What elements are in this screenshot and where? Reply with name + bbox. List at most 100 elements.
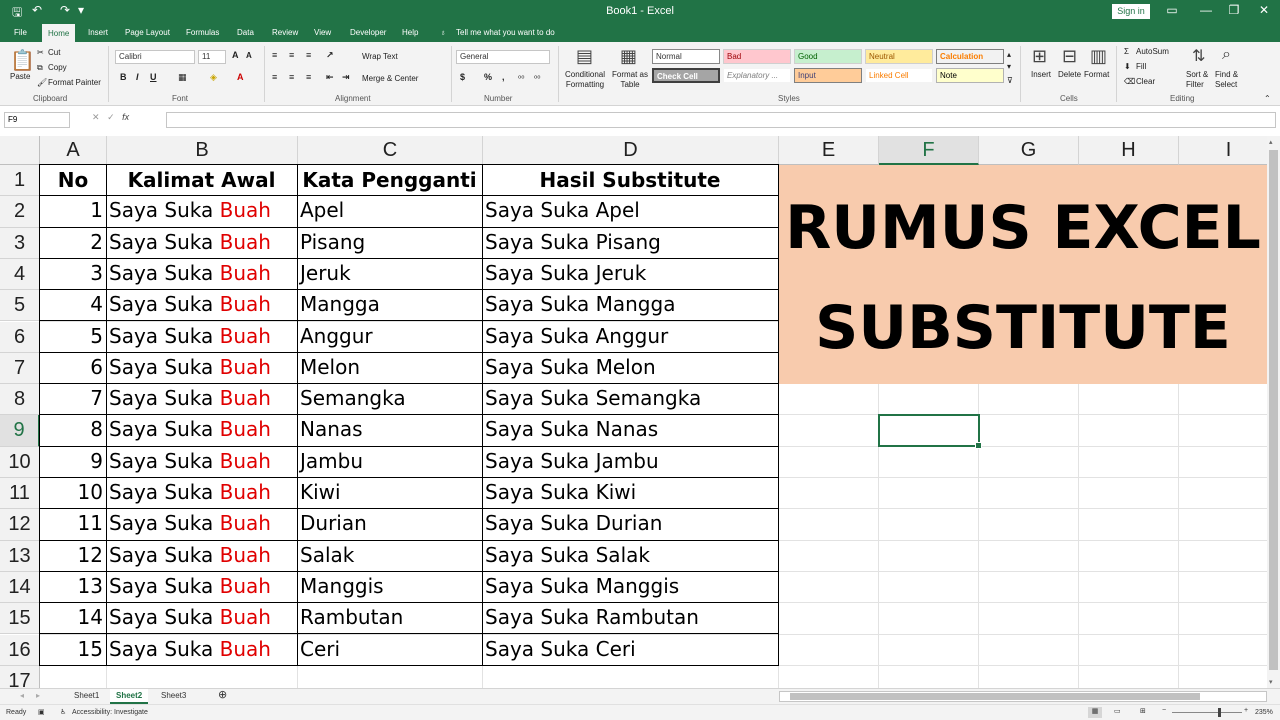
cell-kata-pengganti[interactable]: Melon — [297, 351, 483, 385]
cell-kata-pengganti[interactable]: Salak — [297, 539, 483, 572]
cell-kalimat-awal[interactable]: Saya Suka Buah — [106, 289, 298, 322]
cell-kata-pengganti[interactable]: Apel — [297, 195, 483, 228]
formula-input[interactable] — [166, 112, 1276, 128]
cell-kalimat-awal[interactable]: Saya Suka Buah — [106, 570, 298, 604]
font-color-icon[interactable]: A — [237, 72, 244, 82]
cell-kalimat-awal[interactable]: Saya Suka Buah — [106, 226, 298, 259]
cell-no[interactable]: 6 — [39, 351, 107, 385]
wrap-text-button[interactable]: Wrap Text — [362, 52, 398, 61]
align-center-icon[interactable]: ≡ — [289, 72, 294, 82]
styles-scroll-up-icon[interactable]: ▴ — [1007, 50, 1011, 59]
tab-developer[interactable]: Developer — [344, 23, 392, 42]
row-header-17[interactable]: 17 — [0, 665, 40, 688]
copy-icon[interactable]: ⧉ — [37, 63, 43, 73]
accessibility-icon[interactable]: ♿ — [60, 708, 66, 716]
zoom-slider[interactable] — [1172, 712, 1242, 713]
zoom-slider-thumb[interactable] — [1218, 708, 1221, 717]
format-as-table-button[interactable]: Format as Table — [610, 70, 650, 90]
cell-hasil-substitute[interactable]: Saya Suka Pisang — [482, 226, 779, 259]
cancel-icon[interactable]: ✕ — [92, 112, 100, 122]
insert-cells-icon[interactable]: ⊞ — [1032, 46, 1047, 67]
cell-kata-pengganti[interactable]: Jambu — [297, 445, 483, 478]
vertical-scrollbar[interactable]: ▴ ▾ — [1267, 136, 1280, 688]
row-header-5[interactable]: 5 — [0, 290, 40, 322]
align-right-icon[interactable]: ≡ — [306, 72, 311, 82]
paste-button[interactable]: Paste — [10, 72, 30, 81]
cell-no[interactable]: 14 — [39, 602, 107, 635]
cell-no[interactable]: 7 — [39, 383, 107, 416]
new-sheet-icon[interactable]: ⊕ — [212, 689, 233, 704]
page-break-view-icon[interactable]: ⊞ — [1140, 707, 1146, 715]
tab-formulas[interactable]: Formulas — [180, 23, 225, 42]
cell-kata-pengganti[interactable]: Manggis — [297, 570, 483, 604]
column-header-f[interactable]: F — [879, 136, 979, 165]
increase-decimal-icon[interactable]: ⁰⁰ — [518, 74, 524, 83]
style-linked-cell[interactable]: Linked Cell — [865, 68, 933, 83]
bold-button[interactable]: B — [120, 72, 127, 82]
row-header-10[interactable]: 10 — [0, 446, 40, 478]
sort-filter-button[interactable]: Sort & Filter — [1186, 70, 1214, 90]
align-left-icon[interactable]: ≡ — [272, 72, 277, 82]
close-icon[interactable]: ✕ — [1250, 3, 1278, 17]
cell-no[interactable]: 12 — [39, 539, 107, 572]
cell-kalimat-awal[interactable]: Saya Suka Buah — [106, 320, 298, 353]
cell-kata-pengganti[interactable]: Kiwi — [297, 477, 483, 510]
cell-hasil-substitute[interactable]: Saya Suka Salak — [482, 539, 779, 572]
tab-help[interactable]: Help — [396, 23, 424, 42]
column-header-d[interactable]: D — [483, 136, 779, 165]
cell-hasil-substitute[interactable]: Saya Suka Manggis — [482, 570, 779, 604]
column-header-h[interactable]: H — [1079, 136, 1179, 165]
cell-no[interactable]: 3 — [39, 257, 107, 291]
delete-cells-icon[interactable]: ⊟ — [1062, 46, 1077, 67]
row-header-1[interactable]: 1 — [0, 165, 40, 197]
cell-kata-pengganti[interactable]: Nanas — [297, 414, 483, 447]
minimize-icon[interactable]: — — [1192, 3, 1220, 17]
fill-button[interactable]: Fill — [1136, 62, 1146, 71]
comma-style-icon[interactable]: , — [502, 72, 505, 82]
merge-center-button[interactable]: Merge & Center — [362, 74, 418, 83]
cell-kata-pengganti[interactable]: Jeruk — [297, 257, 483, 291]
row-header-12[interactable]: 12 — [0, 509, 40, 541]
underline-button[interactable]: U — [150, 72, 157, 82]
cell-kata-pengganti[interactable]: Pisang — [297, 226, 483, 259]
cell-kalimat-awal[interactable]: Saya Suka Buah — [106, 477, 298, 510]
insert-function-icon[interactable]: fx — [122, 112, 129, 122]
conditional-formatting-icon[interactable]: ▤ — [576, 46, 593, 67]
name-box[interactable]: F9 — [4, 112, 70, 128]
enter-icon[interactable]: ✓ — [107, 112, 115, 122]
cell-no[interactable]: 13 — [39, 570, 107, 604]
cell-hasil-substitute[interactable]: Saya Suka Jeruk — [482, 257, 779, 291]
row-header-14[interactable]: 14 — [0, 571, 40, 604]
row-header-6[interactable]: 6 — [0, 321, 40, 353]
style-calculation[interactable]: Calculation — [936, 49, 1004, 64]
copy-button[interactable]: Copy — [48, 63, 67, 72]
accessibility-status[interactable]: Accessibility: Investigate — [72, 709, 148, 716]
cell-hasil-substitute[interactable]: Saya Suka Apel — [482, 195, 779, 228]
style-note[interactable]: Note — [936, 68, 1004, 83]
autosum-button[interactable]: AutoSum — [1136, 47, 1169, 56]
delete-cells-button[interactable]: Delete — [1058, 70, 1081, 79]
cell-kata-pengganti[interactable]: Semangka — [297, 383, 483, 416]
cell-no[interactable]: 15 — [39, 633, 107, 666]
sort-filter-icon[interactable]: ⇅ — [1192, 46, 1205, 66]
cell-kalimat-awal[interactable]: Saya Suka Buah — [106, 257, 298, 291]
collapse-ribbon-icon[interactable]: ⌃ — [1264, 94, 1271, 103]
tab-data[interactable]: Data — [231, 23, 260, 42]
decrease-decimal-icon[interactable]: ⁰⁰ — [534, 74, 540, 83]
tell-me-box[interactable]: Tell me what you want to do — [450, 23, 561, 42]
find-select-icon[interactable]: ⌕ — [1222, 46, 1231, 64]
clear-icon[interactable]: ⌫ — [1124, 77, 1135, 86]
align-top-icon[interactable]: ≡ — [272, 50, 277, 60]
font-name-combo[interactable]: Calibri — [115, 50, 195, 64]
style-input[interactable]: Input — [794, 68, 862, 83]
cell-kata-pengganti[interactable]: Rambutan — [297, 602, 483, 635]
column-header-e[interactable]: E — [779, 136, 879, 165]
normal-view-icon[interactable]: ▦ — [1088, 707, 1102, 718]
row-header-16[interactable]: 16 — [0, 634, 40, 666]
active-cell-selection[interactable] — [878, 414, 982, 449]
format-cells-icon[interactable]: ▥ — [1090, 46, 1107, 67]
header-cell[interactable]: No — [39, 164, 107, 197]
style-explanatory[interactable]: Explanatory ... — [723, 68, 791, 83]
header-cell[interactable]: Kalimat Awal — [106, 164, 298, 197]
style-normal[interactable]: Normal — [652, 49, 720, 64]
